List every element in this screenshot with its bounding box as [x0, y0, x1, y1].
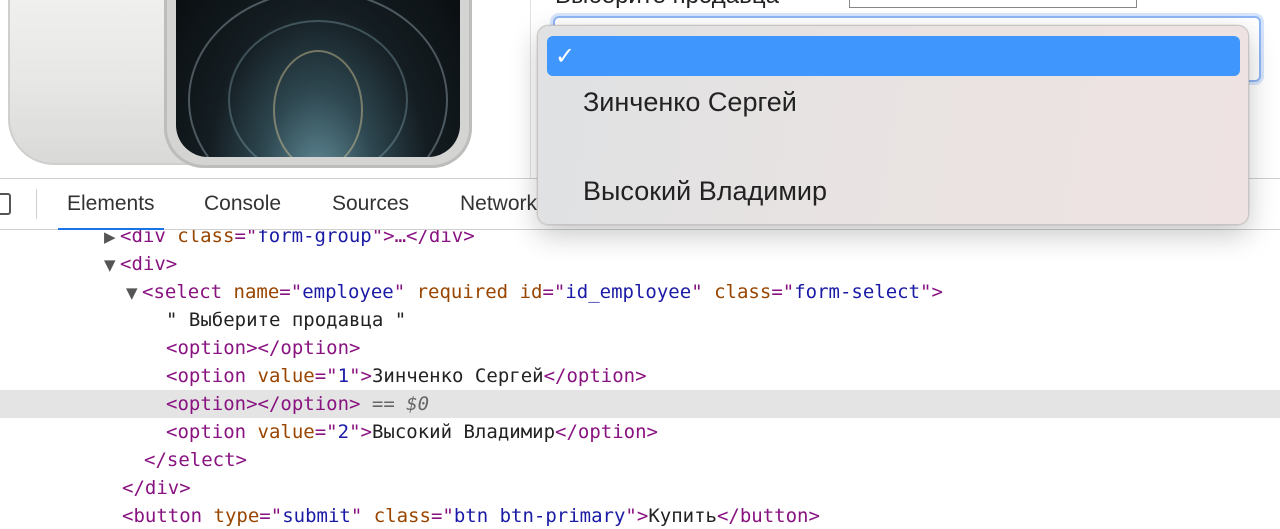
phone-screen-wallpaper: [176, 0, 460, 157]
tab-console[interactable]: Console: [204, 179, 281, 229]
tag-gt: >: [360, 365, 372, 387]
tree-node-text[interactable]: " Выберите продавца ": [0, 306, 1280, 334]
attr-name: class: [373, 505, 431, 527]
attr-value: btn btn-primary: [453, 505, 626, 527]
tag-open: <option: [166, 365, 247, 387]
attr-value: form-group: [257, 230, 372, 247]
attr-name: class: [177, 230, 235, 247]
tree-node-option-2[interactable]: <option value="2">Высокий Владимир</opti…: [0, 418, 1280, 446]
tab-network[interactable]: Network: [460, 179, 537, 229]
seller-inline-input[interactable]: [849, 0, 1137, 8]
tree-node-div-close[interactable]: </div>: [0, 474, 1280, 502]
tag-close: ">…</div>: [371, 230, 475, 247]
tag-close: >: [931, 281, 943, 303]
attr-name: required: [416, 281, 509, 303]
attr-value: form-select: [794, 281, 921, 303]
attr-eq: =": [542, 281, 566, 303]
attr-quote: ": [691, 281, 703, 303]
checkmark-icon: ✓: [555, 42, 576, 70]
attr-quote: ": [350, 505, 363, 527]
tree-node-option-selected[interactable]: <option></option> == $0: [0, 390, 1280, 418]
attr-value: id_employee: [565, 281, 692, 303]
tag-open: <select: [142, 281, 223, 303]
attr-quote: ": [349, 421, 361, 443]
selected-node-marker: == $0: [371, 393, 430, 415]
tree-node-option-1[interactable]: <option value="1">Зинченко Сергей</optio…: [0, 362, 1280, 390]
dropdown-option-zinchenko[interactable]: Зинченко Сергей: [547, 82, 1240, 122]
collapse-triangle-icon[interactable]: ▼: [104, 251, 120, 279]
tag-close: </button>: [716, 505, 820, 527]
expand-triangle-icon[interactable]: ▶: [104, 230, 120, 251]
tag-text: </select>: [144, 449, 247, 471]
tag-open: <option: [166, 421, 247, 443]
attr-eq: =": [771, 281, 795, 303]
tree-node-div[interactable]: ▼ <div>: [0, 250, 1280, 278]
collapse-triangle-icon[interactable]: ▼: [126, 279, 142, 307]
tab-sources[interactable]: Sources: [332, 179, 409, 229]
tag-text: </div>: [122, 477, 191, 499]
attr-value: 1: [337, 365, 350, 387]
text-node: Высокий Владимир: [371, 421, 556, 443]
elements-tree: ▶ <div class="form-group">…</div> ▼ <div> …: [0, 230, 1280, 529]
seller-label: Выберите продавца: [555, 0, 779, 10]
attr-eq: =": [279, 281, 303, 303]
tag-name: div: [131, 230, 166, 247]
attr-name: value: [257, 365, 315, 387]
device-toggle-icon[interactable]: [0, 193, 11, 215]
text-node: Купить: [648, 505, 717, 527]
tree-node-form-group[interactable]: ▶ <div class="form-group">…</div>: [0, 230, 1280, 250]
dropdown-option-label: Зинченко Сергей: [583, 87, 797, 117]
tab-elements[interactable]: Elements: [58, 179, 164, 231]
attr-value: submit: [282, 505, 351, 527]
attr-value: 2: [337, 421, 350, 443]
tag-gt: >: [360, 421, 372, 443]
tag-text: <option></option>: [166, 337, 361, 359]
tag-text: <option></option>: [166, 393, 361, 415]
attr-eq: =": [314, 365, 338, 387]
attr-eq: =": [314, 421, 338, 443]
tree-node-select-close[interactable]: </select>: [0, 446, 1280, 474]
tag-open: <button: [122, 505, 203, 527]
attr-value: employee: [302, 281, 394, 303]
product-image-phone-front: [164, 0, 472, 168]
tree-node-button[interactable]: <button type="submit" class="btn btn-pri…: [0, 502, 1280, 529]
attr-name: class: [714, 281, 772, 303]
attr-eq: =": [259, 505, 283, 527]
tag-text: <div>: [120, 253, 178, 275]
tag-close: </option>: [543, 365, 647, 387]
attr-quote: ": [625, 505, 637, 527]
select-dropdown-popup: ✓ Зинченко Сергей Высокий Владимир: [537, 25, 1249, 225]
dropdown-option-label: Высокий Владимир: [583, 176, 827, 206]
attr-quote: ": [920, 281, 932, 303]
attr-eq: =": [234, 230, 258, 247]
tag-gt: >: [636, 505, 649, 527]
tree-node-option-empty[interactable]: <option></option>: [0, 334, 1280, 362]
attr-quote: ": [393, 281, 406, 303]
attr-eq: =": [430, 505, 454, 527]
dropdown-option-empty[interactable]: ✓: [547, 36, 1240, 76]
tag-open: <: [120, 230, 132, 247]
text-node: " Выберите продавца ": [166, 309, 407, 331]
attr-quote: ": [349, 365, 361, 387]
attr-name: id: [519, 281, 543, 303]
tag-close: </option>: [555, 421, 658, 443]
tree-node-select[interactable]: ▼ <select name="employee" required id="id…: [0, 278, 1280, 306]
attr-name: value: [257, 421, 315, 443]
tab-divider: [36, 189, 37, 219]
attr-name: name: [233, 281, 280, 303]
dropdown-option-vysokiy[interactable]: Высокий Владимир: [547, 171, 1240, 211]
attr-name: type: [213, 505, 260, 527]
text-node: Зинченко Сергей: [371, 365, 544, 387]
